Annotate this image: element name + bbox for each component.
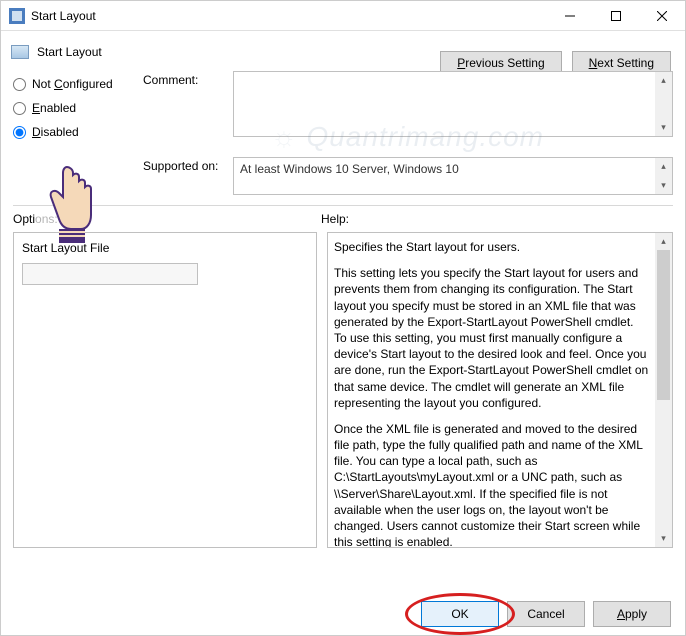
help-p2: This setting lets you specify the Start … bbox=[334, 265, 649, 330]
help-label: Help: bbox=[321, 212, 349, 226]
titlebar: Start Layout bbox=[1, 1, 685, 31]
close-button[interactable] bbox=[639, 1, 685, 31]
radio-enabled-input[interactable] bbox=[13, 102, 26, 115]
minimize-button[interactable] bbox=[547, 1, 593, 31]
policy-icon bbox=[11, 45, 29, 59]
scroll-down-icon[interactable]: ▾ bbox=[655, 119, 672, 136]
window-title: Start Layout bbox=[31, 9, 547, 23]
scroll-down-icon[interactable]: ▾ bbox=[655, 177, 672, 194]
apply-button[interactable]: Apply bbox=[593, 601, 671, 627]
window-controls bbox=[547, 1, 685, 31]
radio-enabled[interactable]: Enabled bbox=[13, 101, 143, 115]
supported-box: At least Windows 10 Server, Windows 10 ▴… bbox=[233, 157, 673, 195]
supported-text: At least Windows 10 Server, Windows 10 bbox=[240, 162, 459, 176]
options-label: Options: bbox=[13, 212, 321, 226]
help-p4: Once the XML file is generated and moved… bbox=[334, 421, 649, 547]
radio-not-configured-input[interactable] bbox=[13, 78, 26, 91]
scroll-up-icon[interactable]: ▴ bbox=[655, 72, 672, 89]
scrollbar-thumb[interactable] bbox=[657, 250, 670, 400]
supported-scrollbar[interactable]: ▴ ▾ bbox=[655, 158, 672, 194]
options-pane: Start Layout File bbox=[13, 232, 317, 548]
start-layout-file-input[interactable] bbox=[22, 263, 198, 285]
scroll-down-icon[interactable]: ▾ bbox=[655, 530, 672, 547]
start-layout-file-label: Start Layout File bbox=[22, 241, 308, 255]
comment-label: Comment: bbox=[143, 71, 233, 137]
comment-scrollbar[interactable]: ▴ ▾ bbox=[655, 72, 672, 136]
help-pane: Specifies the Start layout for users. Th… bbox=[327, 232, 673, 548]
help-content: Specifies the Start layout for users. Th… bbox=[328, 233, 655, 547]
maximize-button[interactable] bbox=[593, 1, 639, 31]
ok-highlight-ellipse: OK bbox=[421, 601, 499, 627]
comment-block: Comment: ▴ ▾ bbox=[143, 71, 673, 137]
ok-button[interactable]: OK bbox=[421, 601, 499, 627]
mid-labels: Options: Help: bbox=[1, 212, 685, 226]
config-row: Not Configured Enabled Disabled Comment:… bbox=[1, 71, 685, 149]
cancel-button[interactable]: Cancel bbox=[507, 601, 585, 627]
divider bbox=[13, 205, 673, 206]
help-p1: Specifies the Start layout for users. bbox=[334, 239, 649, 255]
state-radio-group: Not Configured Enabled Disabled bbox=[13, 71, 143, 149]
help-p3: To use this setting, you must first manu… bbox=[334, 330, 649, 411]
dialog-footer: OK Cancel Apply bbox=[421, 601, 671, 627]
scroll-up-icon[interactable]: ▴ bbox=[655, 158, 672, 175]
policy-title: Start Layout bbox=[37, 45, 102, 59]
panes: Start Layout File Specifies the Start la… bbox=[1, 226, 685, 548]
radio-not-configured[interactable]: Not Configured bbox=[13, 77, 143, 91]
help-scrollbar[interactable]: ▴ ▾ bbox=[655, 233, 672, 547]
radio-disabled-input[interactable] bbox=[13, 126, 26, 139]
radio-disabled[interactable]: Disabled bbox=[13, 125, 143, 139]
scroll-up-icon[interactable]: ▴ bbox=[655, 233, 672, 250]
comment-textarea[interactable]: ▴ ▾ bbox=[233, 71, 673, 137]
window-icon bbox=[9, 8, 25, 24]
supported-row: Supported on: At least Windows 10 Server… bbox=[1, 149, 685, 195]
supported-label: Supported on: bbox=[143, 157, 233, 195]
